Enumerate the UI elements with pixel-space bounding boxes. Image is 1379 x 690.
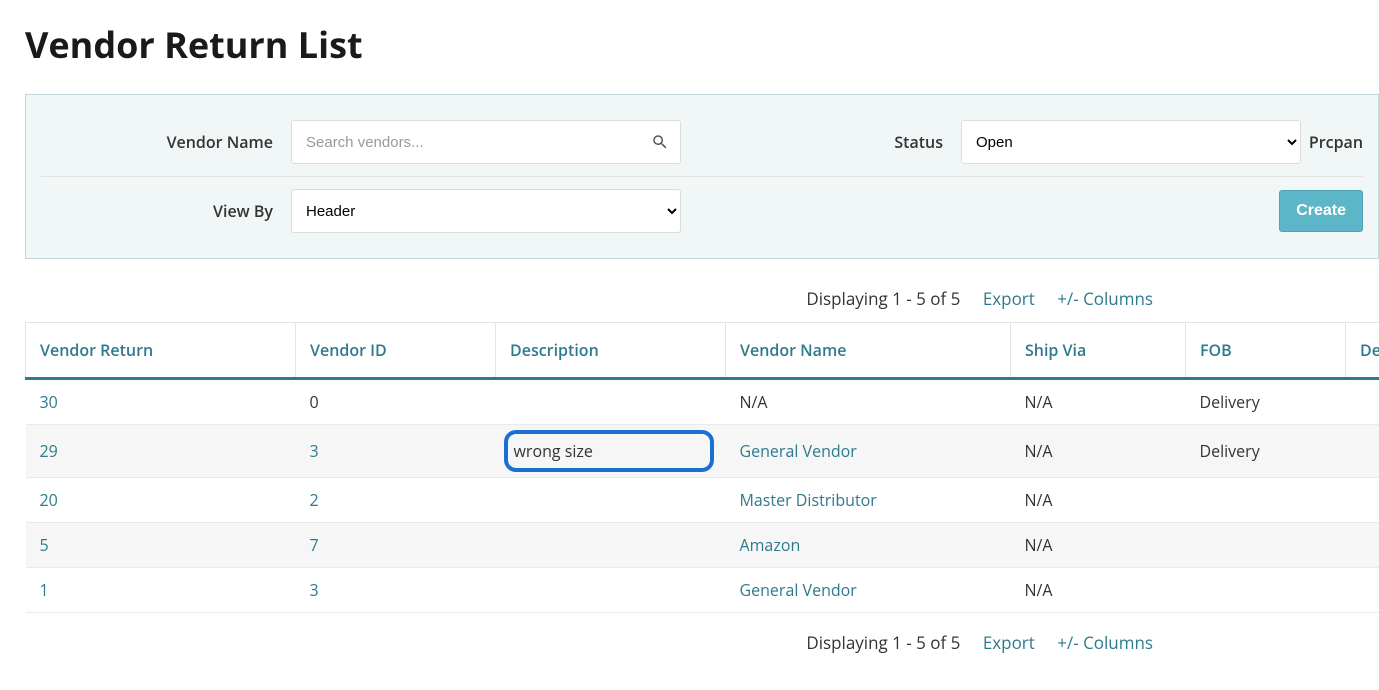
description-cell [496,523,726,568]
description-cell [496,568,726,613]
displaying-text: Displaying 1 - 5 of 5 [806,287,960,310]
table-row: 5 7 Amazon N/A [26,523,1379,568]
ship-via-cell: N/A [1011,568,1186,613]
table-toolbar-bottom: Displaying 1 - 5 of 5 Export +/- Columns [25,613,1153,660]
vendor-id-link[interactable]: 3 [310,579,319,601]
fob-cell: Delivery [1186,425,1346,478]
del-cell [1346,425,1379,478]
ship-via-cell: N/A [1011,478,1186,523]
vendor-search-wrap [291,120,681,164]
fob-cell [1186,478,1346,523]
view-by-label: View By [41,200,291,222]
del-cell [1346,379,1379,425]
table-row: 29 3 wrong size General Vendor N/ADelivery [26,425,1379,478]
col-vendor-name[interactable]: Vendor Name [726,323,1011,379]
col-description[interactable]: Description [496,323,726,379]
description-cell: wrong size [496,425,726,478]
vendor-return-link[interactable]: 30 [40,391,58,413]
ship-via-cell: N/A [1011,379,1186,425]
col-del[interactable]: Del [1346,323,1379,379]
vendor-id-cell: 0 [296,379,496,425]
table-row: 1 3 General Vendor N/A [26,568,1379,613]
export-link-bottom[interactable]: Export [983,631,1035,654]
vendor-return-link[interactable]: 29 [40,440,58,462]
vendor-return-link[interactable]: 20 [40,489,58,511]
col-fob[interactable]: FOB [1186,323,1346,379]
create-button[interactable]: Create [1279,190,1363,232]
description-cell [496,478,726,523]
del-cell [1346,478,1379,523]
columns-link[interactable]: +/- Columns [1057,287,1153,310]
ship-via-cell: N/A [1011,523,1186,568]
description-highlight: wrong size [504,430,714,472]
description-cell [496,379,726,425]
columns-link-bottom[interactable]: +/- Columns [1057,631,1153,654]
col-ship-via[interactable]: Ship Via [1011,323,1186,379]
fob-cell [1186,523,1346,568]
export-link[interactable]: Export [983,287,1035,310]
vendor-name-link[interactable]: General Vendor [740,440,857,462]
displaying-text-bottom: Displaying 1 - 5 of 5 [806,631,960,654]
vendor-name-link[interactable]: Master Distributor [740,489,877,511]
ship-via-cell: N/A [1011,425,1186,478]
vendor-search-input[interactable] [291,120,681,164]
prcpan-label: Prcpan [1301,131,1363,153]
fob-cell: Delivery [1186,379,1346,425]
vendor-return-link[interactable]: 5 [40,534,49,556]
view-by-select[interactable]: Header [291,189,681,233]
vendor-return-link[interactable]: 1 [40,579,49,601]
table-toolbar-top: Displaying 1 - 5 of 5 Export +/- Columns [25,281,1153,316]
col-vendor-id[interactable]: Vendor ID [296,323,496,379]
status-select[interactable]: Open [961,120,1301,164]
page-title: Vendor Return List [25,20,1379,69]
vendor-name-link[interactable]: General Vendor [740,579,857,601]
fob-cell [1186,568,1346,613]
table-header-row: Vendor Return Vendor ID Description Vend… [26,323,1379,379]
status-label: Status [781,131,961,153]
del-cell [1346,523,1379,568]
vendor-id-link[interactable]: 7 [310,534,319,556]
vendor-return-table: Vendor Return Vendor ID Description Vend… [25,322,1379,613]
vendor-name-cell: N/A [726,379,1011,425]
vendor-id-link[interactable]: 2 [310,489,319,511]
table-row: 300N/AN/ADelivery [26,379,1379,425]
del-cell [1346,568,1379,613]
table-row: 20 2 Master Distributor N/A [26,478,1379,523]
filter-panel: Vendor Name Status Open Prcpan View By H… [25,94,1379,259]
vendor-name-label: Vendor Name [41,131,291,153]
col-vendor-return[interactable]: Vendor Return [26,323,296,379]
vendor-name-link[interactable]: Amazon [740,534,801,556]
vendor-id-link[interactable]: 3 [310,440,319,462]
